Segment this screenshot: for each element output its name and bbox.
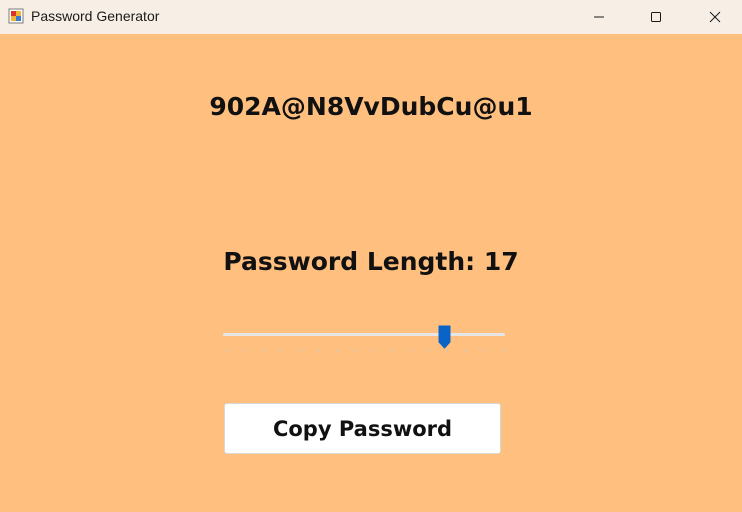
- slider-tick: [373, 350, 375, 353]
- slider-thumb[interactable]: [438, 325, 451, 349]
- slider-tick: [299, 350, 301, 353]
- slider-ticks: [226, 350, 503, 353]
- close-icon: [709, 11, 721, 23]
- generated-password: 902A@N8VvDubCu@u1: [209, 92, 533, 121]
- password-length-label: Password Length: 17: [223, 247, 519, 276]
- maximize-button[interactable]: [633, 0, 679, 34]
- slider-tick: [262, 350, 264, 353]
- title-bar[interactable]: Password Generator: [0, 0, 742, 34]
- app-icon: [8, 8, 24, 24]
- window-title: Password Generator: [31, 8, 160, 24]
- slider-tick: [465, 350, 467, 353]
- slider-tick: [428, 350, 430, 353]
- slider-tick: [502, 350, 503, 353]
- slider-tick: [354, 350, 356, 353]
- slider-tick: [446, 350, 448, 353]
- minimize-icon: [594, 16, 604, 18]
- slider-tick: [281, 350, 283, 353]
- password-length-slider[interactable]: [222, 320, 506, 360]
- password-generator-window: Password Generator 902A@N8VvDubCu@u1 Pas…: [0, 0, 742, 512]
- slider-track[interactable]: [223, 333, 505, 336]
- maximize-icon: [651, 12, 661, 22]
- slider-tick: [244, 350, 246, 353]
- slider-tick: [336, 350, 338, 353]
- slider-tick: [483, 350, 485, 353]
- slider-tick: [226, 350, 227, 353]
- slider-tick: [410, 350, 411, 353]
- slider-tick: [318, 350, 319, 353]
- copy-password-button[interactable]: Copy Password: [224, 403, 501, 454]
- slider-tick: [391, 350, 393, 353]
- close-button[interactable]: [692, 0, 738, 34]
- minimize-button[interactable]: [576, 0, 622, 34]
